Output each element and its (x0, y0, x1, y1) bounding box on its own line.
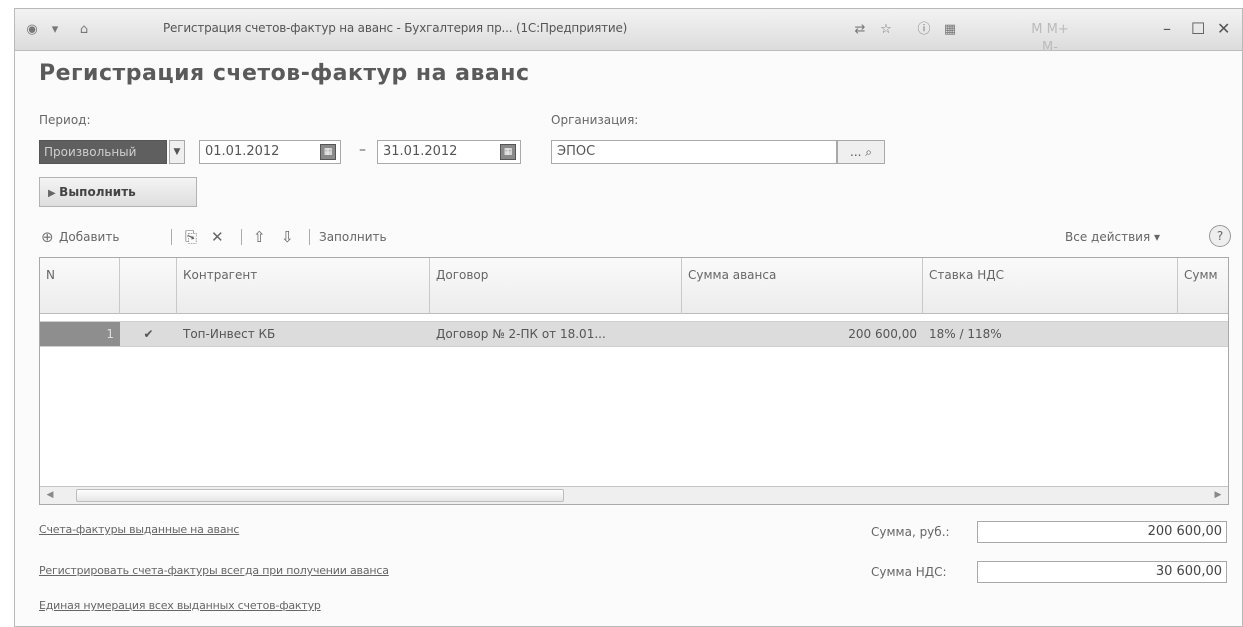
all-actions-menu[interactable]: Все действия ▾ (1065, 227, 1160, 247)
date-to-field[interactable]: 31.01.2012 ▦ (377, 140, 521, 164)
check-icon[interactable]: ✔ (120, 322, 177, 346)
close-button[interactable]: ✕ (1217, 19, 1230, 39)
copy-icon[interactable]: ⎘ (185, 227, 197, 247)
sum-rub-label: Сумма, руб.: (871, 525, 950, 539)
form-heading: Регистрация счетов-фактур на аванс (39, 61, 530, 86)
column-header-num[interactable]: N (40, 258, 120, 314)
column-header-contract[interactable]: Договор (430, 258, 682, 314)
invoices-table: N Контрагент Договор Сумма аванса Ставка… (39, 257, 1229, 505)
column-header-advance-sum[interactable]: Сумма аванса (682, 258, 923, 314)
move-up-icon[interactable]: ⇧ (253, 227, 266, 247)
cell-advance-sum: 200 600,00 (848, 327, 917, 341)
toolbar-separator (171, 229, 172, 245)
link-icon[interactable]: ⇄ (851, 21, 869, 39)
cell-counterparty: Топ-Инвест КБ (183, 327, 276, 341)
column-header-flag[interactable] (120, 258, 177, 314)
date-from-value: 01.01.2012 (205, 144, 280, 159)
period-type-select[interactable]: Произвольный (39, 140, 167, 164)
numbering-link[interactable]: Единая нумерация всех выданных счетов-фа… (39, 599, 321, 612)
calendar-icon[interactable]: ▦ (500, 144, 516, 160)
organization-label: Организация: (551, 113, 639, 127)
star-icon[interactable]: ☆ (877, 21, 895, 39)
organization-value: ЭПОС (557, 144, 596, 159)
scrollbar-thumb[interactable] (76, 489, 564, 502)
add-icon[interactable]: ⊕ (41, 227, 54, 247)
help-icon[interactable]: ? (1209, 225, 1231, 247)
title-bar: ◉ ▾ ⌂ Регистрация счетов-фактур на аванс… (15, 9, 1242, 55)
calc-icon[interactable]: ▦ (941, 21, 959, 39)
scroll-right-icon[interactable]: ▶ (1210, 488, 1226, 503)
app-window: ◉ ▾ ⌂ Регистрация счетов-фактур на аванс… (14, 8, 1243, 627)
column-header-counterparty[interactable]: Контрагент (177, 258, 430, 314)
minimize-button[interactable]: – (1163, 19, 1171, 39)
toolbar-separator (309, 229, 310, 245)
date-to-value: 31.01.2012 (383, 144, 458, 159)
row-number: 1 (40, 322, 120, 346)
maximize-button[interactable]: ☐ (1191, 19, 1205, 39)
calendar-icon[interactable]: ▦ (320, 144, 336, 160)
organization-field[interactable]: ЭПОС (551, 140, 837, 164)
delete-icon[interactable]: ✕ (211, 227, 224, 247)
add-button[interactable]: Добавить (59, 227, 119, 247)
search-icon: ⌕ (861, 145, 872, 159)
fill-button[interactable]: Заполнить (319, 227, 387, 247)
move-down-icon[interactable]: ⇩ (281, 227, 294, 247)
column-header-vat-rate[interactable]: Ставка НДС (923, 258, 1178, 314)
play-icon: ▶ (48, 188, 60, 199)
date-range-dash: – (359, 142, 366, 158)
sum-vat-label: Сумма НДС: (871, 565, 947, 579)
organization-select-button[interactable]: ... ⌕ (837, 140, 885, 164)
table-toolbar: ⊕ Добавить ⎘ ✕ ⇧ ⇩ Заполнить Все действи… (39, 223, 1231, 251)
ellipsis-label: ... (850, 145, 862, 159)
horizontal-scrollbar[interactable]: ◀ ▶ (40, 486, 1228, 504)
app-menu-icon[interactable]: ◉ (23, 21, 41, 39)
scroll-left-icon[interactable]: ◀ (42, 488, 58, 503)
table-header: N Контрагент Договор Сумма аванса Ставка… (40, 258, 1228, 314)
cell-contract: Договор № 2-ПК от 18.01... (436, 327, 606, 341)
memory-icon[interactable]: M M+ M- (1025, 21, 1075, 55)
column-header-sum[interactable]: Сумм (1178, 258, 1228, 314)
cell-sum (1178, 322, 1228, 346)
date-from-field[interactable]: 01.01.2012 ▦ (199, 140, 341, 164)
home-icon[interactable]: ⌂ (75, 21, 93, 39)
table-row[interactable]: 1 ✔ Топ-Инвест КБ Договор № 2-ПК от 18.0… (40, 321, 1228, 347)
period-label: Период: (39, 113, 91, 127)
info-icon[interactable]: ⓘ (915, 21, 933, 39)
sum-rub-field: 200 600,00 (977, 521, 1227, 543)
run-button[interactable]: ▶ Выполнить (39, 177, 197, 207)
run-button-label: Выполнить (59, 185, 136, 199)
all-actions-label: Все действия (1065, 230, 1151, 244)
cell-vat-rate: 18% / 118% (929, 327, 1002, 341)
chevron-down-icon[interactable]: ▼ (169, 140, 185, 164)
dropdown-arrow-icon[interactable]: ▾ (47, 21, 63, 39)
window-title: Регистрация счетов-фактур на аванс - Бух… (163, 21, 628, 35)
register-always-link[interactable]: Регистрировать счета-фактуры всегда при … (39, 564, 389, 577)
sum-vat-field: 30 600,00 (977, 561, 1227, 583)
toolbar-separator (241, 229, 242, 245)
issued-invoices-link[interactable]: Счета-фактуры выданные на аванс (39, 523, 239, 536)
